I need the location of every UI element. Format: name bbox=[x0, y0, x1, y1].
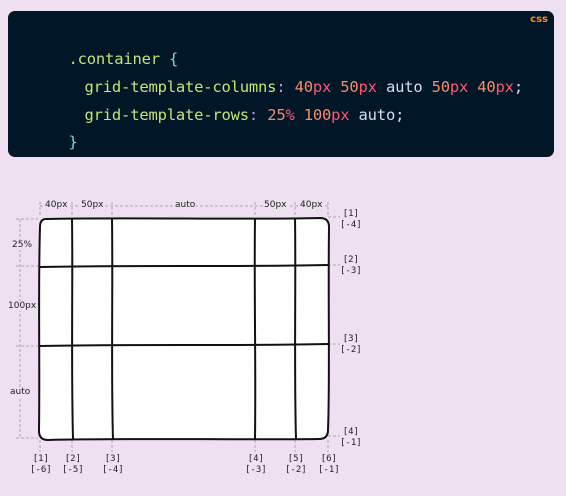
rows-values: 25% 100px auto bbox=[267, 106, 395, 124]
column-size-4: 50px bbox=[263, 200, 288, 210]
column-line-5: [5] [-2] bbox=[285, 454, 307, 475]
row-line-1: [1] [-4] bbox=[340, 209, 362, 230]
code-line-rows: grid-template-rows: 25% 100px auto; bbox=[84, 106, 405, 124]
row-size-1: 25% bbox=[11, 240, 34, 250]
column-line-6: [6] [-1] bbox=[318, 454, 340, 475]
column-line-1: [1] [-6] bbox=[30, 454, 52, 475]
grid-diagram: 40px 50px auto 50px 40px 25% 100px auto … bbox=[0, 190, 566, 480]
columns-value-4-number: 50 bbox=[431, 78, 450, 96]
row-size-guides bbox=[16, 218, 38, 439]
grid-container bbox=[37, 216, 331, 442]
rows-value-2-number: 100 bbox=[303, 106, 332, 124]
row-line-3: [3] [-2] bbox=[340, 334, 362, 355]
property-rows: grid-template-rows bbox=[84, 106, 250, 124]
column-line-2: [2] [-5] bbox=[62, 454, 84, 475]
column-line-leaders bbox=[39, 440, 329, 452]
column-line-4: [4] [-3] bbox=[245, 454, 267, 475]
row-size-2: 100px bbox=[7, 301, 38, 311]
column-size-1: 40px bbox=[44, 200, 69, 210]
column-size-2: 50px bbox=[80, 200, 105, 210]
code-block: css .container { grid-template-columns: … bbox=[8, 11, 554, 157]
columns-value-4-unit: px bbox=[449, 78, 469, 96]
rows-value-3: auto bbox=[358, 106, 396, 124]
rows-value-2-unit: px bbox=[331, 106, 350, 124]
rows-value-1-number: 25 bbox=[267, 106, 286, 124]
row-line-4: [4] [-1] bbox=[340, 427, 362, 448]
column-size-5: 40px bbox=[299, 200, 324, 210]
grid-diagram-drawing bbox=[16, 202, 340, 452]
columns-value-5-number: 40 bbox=[477, 78, 496, 96]
close-brace: } bbox=[68, 133, 78, 151]
column-size-3: auto bbox=[174, 200, 197, 210]
row-size-3: auto bbox=[9, 387, 32, 397]
columns-value-5-unit: px bbox=[495, 78, 514, 96]
rows-value-1-unit: % bbox=[285, 106, 295, 124]
language-badge: css bbox=[530, 14, 548, 25]
column-line-3: [3] [-4] bbox=[102, 454, 124, 475]
row-line-2: [2] [-3] bbox=[340, 255, 362, 276]
code-line-close: } bbox=[32, 115, 78, 169]
